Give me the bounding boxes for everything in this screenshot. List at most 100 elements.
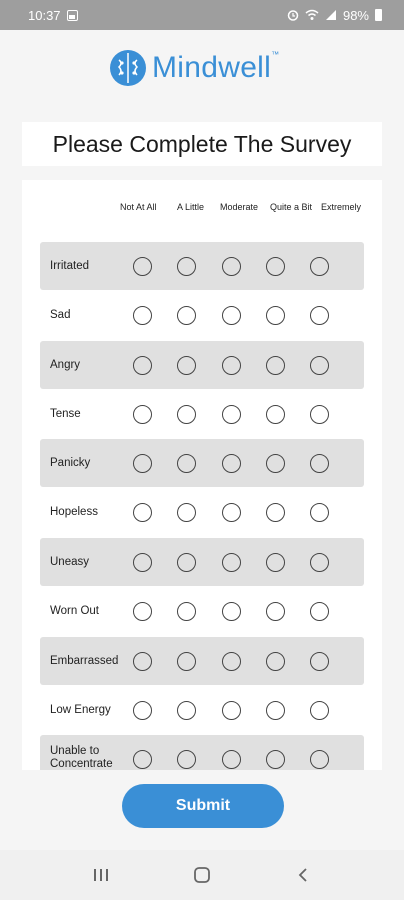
radio-unable-to-concentrate-extremely[interactable] (310, 750, 329, 769)
survey-row-irritated: Irritated (40, 242, 364, 290)
radio-low-energy-a-little[interactable] (177, 701, 196, 720)
survey-row-label: Hopeless (50, 506, 98, 518)
radio-tense-a-little[interactable] (177, 405, 196, 424)
radio-unable-to-concentrate-moderate[interactable] (222, 750, 241, 769)
survey-row-label: Unable to Concentrate (50, 745, 113, 770)
survey-row-tense: Tense (40, 390, 364, 438)
radio-unable-to-concentrate-not-at-all[interactable] (133, 750, 152, 769)
column-header-extremely: Extremely (321, 202, 362, 212)
radio-low-energy-moderate[interactable] (222, 701, 241, 720)
radio-hopeless-extremely[interactable] (310, 503, 329, 522)
signal-icon (325, 10, 336, 20)
survey-row-uneasy: Uneasy (40, 538, 364, 586)
radio-low-energy-quite-a-bit[interactable] (266, 701, 285, 720)
radio-irritated-not-at-all[interactable] (133, 257, 152, 276)
radio-angry-quite-a-bit[interactable] (266, 356, 285, 375)
recent-apps-button[interactable] (81, 860, 121, 890)
status-bar: 10:37 98% (0, 0, 404, 30)
survey-row-embarrassed: Embarrassed (40, 637, 364, 685)
radio-embarrassed-extremely[interactable] (310, 652, 329, 671)
radio-uneasy-moderate[interactable] (222, 553, 241, 572)
radio-low-energy-not-at-all[interactable] (133, 701, 152, 720)
title-card: Please Complete The Survey (22, 122, 382, 166)
radio-embarrassed-not-at-all[interactable] (133, 652, 152, 671)
radio-sad-not-at-all[interactable] (133, 306, 152, 325)
survey-row-label: Irritated (50, 260, 89, 272)
radio-angry-moderate[interactable] (222, 356, 241, 375)
radio-uneasy-a-little[interactable] (177, 553, 196, 572)
radio-sad-extremely[interactable] (310, 306, 329, 325)
radio-uneasy-extremely[interactable] (310, 553, 329, 572)
radio-hopeless-a-little[interactable] (177, 503, 196, 522)
radio-angry-a-little[interactable] (177, 356, 196, 375)
radio-hopeless-quite-a-bit[interactable] (266, 503, 285, 522)
radio-embarrassed-moderate[interactable] (222, 652, 241, 671)
survey-row-label: Worn Out (50, 605, 99, 617)
radio-irritated-a-little[interactable] (177, 257, 196, 276)
survey-row-worn-out: Worn Out (40, 587, 364, 635)
home-button[interactable] (182, 860, 222, 890)
survey-row-sad: Sad (40, 291, 364, 339)
radio-angry-not-at-all[interactable] (133, 356, 152, 375)
radio-low-energy-extremely[interactable] (310, 701, 329, 720)
back-button[interactable] (283, 860, 323, 890)
column-header-a-little: A Little (177, 202, 205, 212)
radio-worn-out-moderate[interactable] (222, 602, 241, 621)
radio-unable-to-concentrate-quite-a-bit[interactable] (266, 750, 285, 769)
radio-irritated-moderate[interactable] (222, 257, 241, 276)
radio-irritated-extremely[interactable] (310, 257, 329, 276)
battery-percent: 98% (342, 7, 369, 23)
survey-row-label: Panicky (50, 457, 91, 469)
radio-panicky-not-at-all[interactable] (133, 454, 152, 473)
brain-logo-icon (110, 50, 146, 86)
column-header-moderate: Moderate (220, 202, 259, 212)
survey-row-angry: Angry (40, 341, 364, 389)
radio-worn-out-a-little[interactable] (177, 602, 196, 621)
recent-apps-icon (93, 869, 108, 881)
radio-hopeless-not-at-all[interactable] (133, 503, 152, 522)
survey-row-label: Tense (50, 408, 81, 420)
radio-panicky-quite-a-bit[interactable] (266, 454, 285, 473)
column-header-quite-a-bit: Quite a Bit (270, 202, 313, 212)
radio-uneasy-not-at-all[interactable] (133, 553, 152, 572)
radio-unable-to-concentrate-a-little[interactable] (177, 750, 196, 769)
radio-tense-quite-a-bit[interactable] (266, 405, 285, 424)
radio-angry-extremely[interactable] (310, 356, 329, 375)
radio-sad-a-little[interactable] (177, 306, 196, 325)
radio-worn-out-not-at-all[interactable] (133, 602, 152, 621)
radio-hopeless-moderate[interactable] (222, 503, 241, 522)
column-header-not-at-all: Not At All (120, 202, 157, 212)
submit-button[interactable]: Submit (122, 784, 284, 828)
status-time: 10:37 (28, 7, 61, 23)
back-icon (299, 868, 307, 882)
radio-irritated-quite-a-bit[interactable] (266, 257, 285, 276)
radio-embarrassed-quite-a-bit[interactable] (266, 652, 285, 671)
radio-tense-moderate[interactable] (222, 405, 241, 424)
radio-panicky-extremely[interactable] (310, 454, 329, 473)
survey-row-label: Angry (50, 359, 81, 371)
radio-worn-out-quite-a-bit[interactable] (266, 602, 285, 621)
battery-icon (375, 9, 382, 21)
survey-row-unable-to-concentrate: Unable to Concentrate (40, 735, 364, 770)
radio-panicky-moderate[interactable] (222, 454, 241, 473)
image-notification-icon (66, 9, 78, 21)
radio-tense-extremely[interactable] (310, 405, 329, 424)
survey-row-label: Uneasy (50, 556, 89, 568)
radio-sad-moderate[interactable] (222, 306, 241, 325)
trademark: ™ (271, 50, 280, 59)
navigation-bar (0, 850, 404, 900)
radio-tense-not-at-all[interactable] (133, 405, 152, 424)
survey-row-label: Low Energy (50, 704, 111, 716)
radio-embarrassed-a-little[interactable] (177, 652, 196, 671)
survey-row-hopeless: Hopeless (40, 488, 364, 536)
radio-sad-quite-a-bit[interactable] (266, 306, 285, 325)
app-area: Mindwell ™ Please Complete The Survey No… (0, 30, 404, 850)
survey-row-label: Sad (50, 309, 71, 321)
radio-worn-out-extremely[interactable] (310, 602, 329, 621)
survey-row-low-energy: Low Energy (40, 686, 364, 734)
survey-card: Not At All A Little Moderate Quite a Bit… (22, 180, 382, 770)
radio-uneasy-quite-a-bit[interactable] (266, 553, 285, 572)
wifi-icon (305, 9, 319, 20)
home-icon (194, 867, 210, 883)
radio-panicky-a-little[interactable] (177, 454, 196, 473)
